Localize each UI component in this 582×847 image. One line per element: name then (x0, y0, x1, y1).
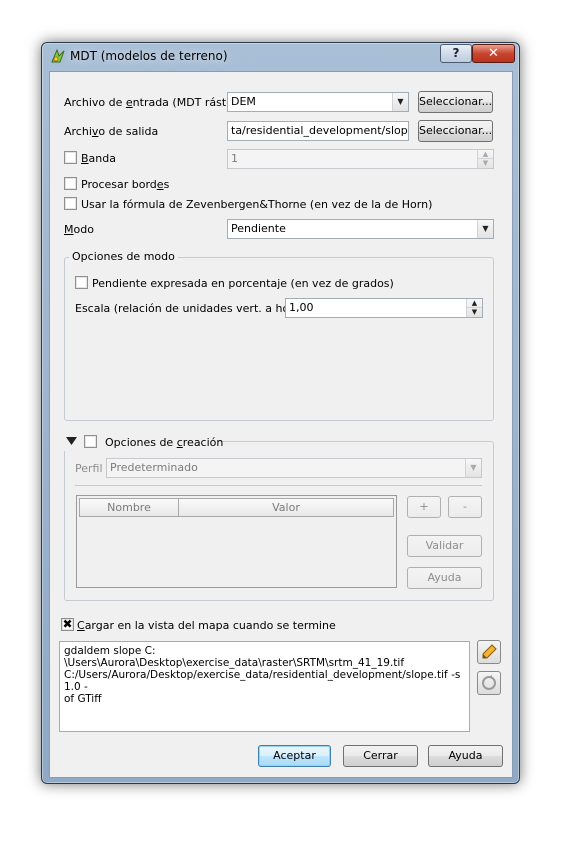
input-select-button[interactable]: Seleccionar... (418, 91, 493, 113)
creation-options-checkbox[interactable] (84, 435, 97, 448)
scale-spinbox[interactable]: 1,00 ▲ ▼ (285, 298, 483, 318)
creation-options-table[interactable]: Nombre Valor (76, 495, 397, 588)
chevron-down-icon: ▼ (465, 459, 481, 477)
band-checkbox[interactable] (64, 151, 77, 164)
command-textbox[interactable]: gdaldem slope C: \Users\Aurora\Desktop\e… (59, 641, 470, 732)
load-into-canvas-checkbox[interactable]: ✖ (61, 618, 74, 631)
profile-value: Predeterminado (110, 461, 198, 474)
zevenbergen-label: Usar la fórmula de Zevenbergen&Thorne (e… (81, 198, 433, 211)
scale-value: 1,00 (289, 301, 314, 314)
mode-options-legend: Opciones de modo (69, 250, 178, 263)
qgis-app-icon (51, 48, 65, 63)
input-file-combo[interactable]: DEM ▼ (227, 92, 409, 112)
edit-command-button[interactable] (477, 640, 501, 664)
creation-help-button[interactable]: Ayuda (407, 567, 482, 589)
mode-combo[interactable]: Pendiente ▼ (227, 219, 494, 239)
profile-label: Perfil (75, 462, 103, 475)
zevenbergen-checkbox[interactable] (64, 197, 77, 210)
reset-icon (482, 675, 496, 690)
reset-command-button[interactable] (477, 671, 501, 695)
compute-edges-checkbox[interactable] (64, 177, 77, 190)
profile-combo[interactable]: Predeterminado ▼ (106, 458, 482, 478)
output-file-input[interactable]: ta/residential_development/slope.tif (227, 121, 409, 141)
percent-slope-checkbox[interactable] (75, 276, 88, 289)
band-spinbox[interactable]: 1 ▲ ▼ (227, 149, 494, 169)
input-file-label: Archivo de entrada (MDT ráster) (64, 96, 242, 109)
load-into-canvas-label: Cargar en la vista del mapa cuando se te… (77, 619, 336, 632)
spin-arrows-icon: ▲ ▼ (477, 150, 493, 168)
compute-edges-label: Procesar bordes (81, 178, 170, 191)
band-value: 1 (231, 152, 238, 165)
title-help-button[interactable]: ? (440, 44, 472, 63)
scale-label: Escala (relación de unidades vert. a hor… (75, 302, 311, 315)
title-bar[interactable]: MDT (modelos de terreno) ? ✕ (42, 43, 519, 69)
close-button[interactable]: Cerrar (343, 745, 418, 767)
window-title: MDT (modelos de terreno) (70, 49, 228, 63)
creation-options-label: Opciones de creación (105, 436, 224, 449)
chevron-down-icon: ▼ (392, 93, 408, 111)
pencil-icon (482, 644, 497, 659)
chevron-down-icon: ▼ (477, 220, 493, 238)
accept-button[interactable]: Aceptar (258, 745, 331, 767)
remove-option-button[interactable]: - (448, 496, 482, 518)
band-label: Banda (81, 152, 116, 165)
collapse-triangle-icon[interactable] (66, 437, 77, 446)
mode-label: Modo (64, 223, 94, 236)
output-select-button[interactable]: Seleccionar... (418, 120, 493, 142)
help-button[interactable]: Ayuda (428, 745, 503, 767)
input-file-value: DEM (231, 95, 256, 108)
validate-button[interactable]: Validar (407, 535, 482, 557)
table-header-name[interactable]: Nombre (79, 498, 179, 517)
spin-arrows-icon: ▲ ▼ (466, 299, 482, 317)
separator (75, 485, 482, 486)
add-option-button[interactable]: + (407, 496, 441, 518)
output-file-value: ta/residential_development/slope.tif (231, 124, 408, 137)
output-file-label: Archivo de salida (64, 125, 159, 138)
table-header-value[interactable]: Valor (178, 498, 394, 517)
title-close-button[interactable]: ✕ (472, 44, 515, 63)
mode-value: Pendiente (231, 222, 286, 235)
percent-slope-label: Pendiente expresada en porcentaje (en ve… (92, 277, 394, 290)
